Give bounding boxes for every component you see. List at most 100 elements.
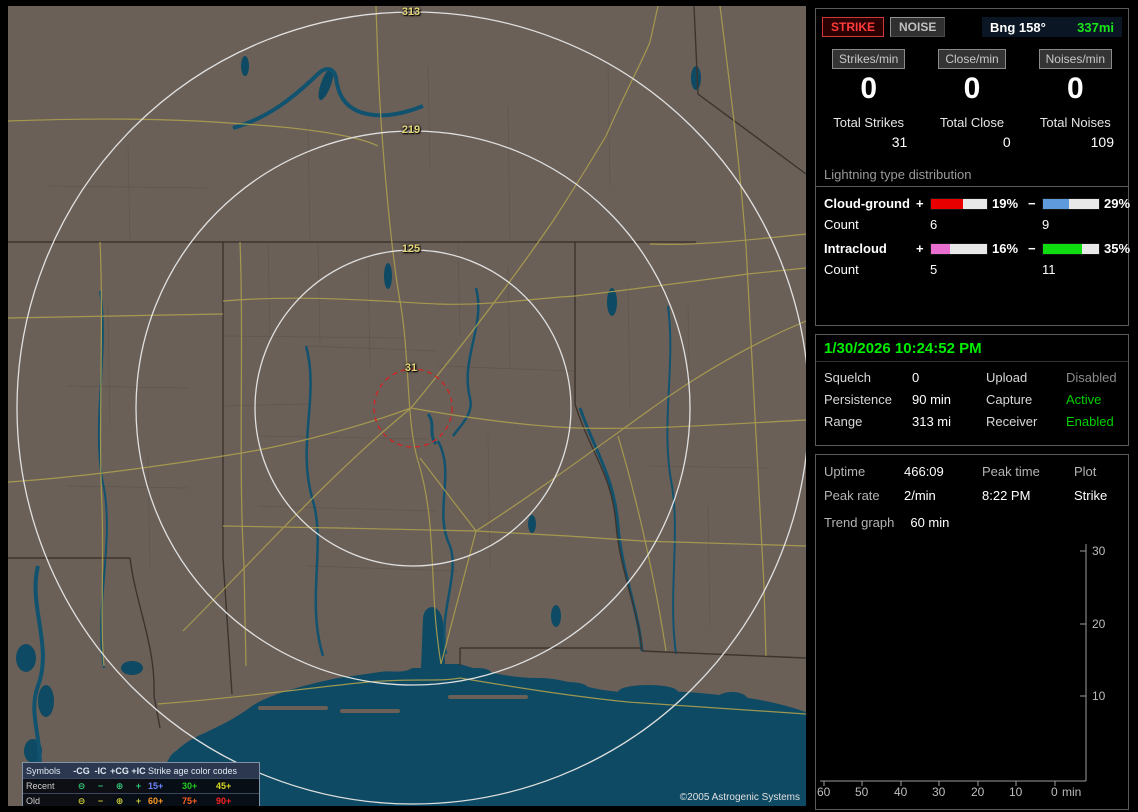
ic-plus-bar <box>930 242 988 255</box>
noise-button[interactable]: NOISE <box>890 17 946 37</box>
status-panel: 1/30/2026 10:24:52 PM Squelch 0 Upload D… <box>815 334 1129 446</box>
minus-sign: − <box>1028 196 1036 211</box>
distribution-title: Lightning type distribution <box>816 164 1128 187</box>
peak-rate-label: Peak rate <box>824 488 880 503</box>
range-ring-label-219: 219 <box>401 124 421 136</box>
legend-col-neg-ic: -IC <box>94 765 107 776</box>
neg-cg-old-icon: ⊖ <box>77 795 86 806</box>
x-tick-60: 60 <box>817 785 831 798</box>
trend-graph-header: Trend graph 60 min <box>816 503 1128 530</box>
nexstorm-window: 313 219 125 31 Symbols -CG -IC +CG +IC S… <box>0 0 1138 812</box>
capture-value: Active <box>1066 392 1102 407</box>
total-strikes-value: 31 <box>891 134 908 150</box>
count-label: Count <box>824 217 859 232</box>
trend-panel: Uptime 466:09 Peak time Plot Peak rate 2… <box>815 454 1129 810</box>
cg-plus-count: 6 <box>930 217 938 232</box>
legend-col-pos-cg: +CG <box>110 765 129 776</box>
strike-button[interactable]: STRIKE <box>822 17 885 37</box>
legend-old-label: Old <box>26 796 41 806</box>
y-tick-20: 20 <box>1092 617 1106 631</box>
total-close-label: Total Close <box>939 115 1005 130</box>
uptime-value: 466:09 <box>904 464 944 479</box>
status-grid: Squelch 0 Upload Disabled Persistence 90… <box>816 362 1128 437</box>
neg-ic-old-icon: − <box>97 796 104 806</box>
plot-value: Strike <box>1074 488 1108 503</box>
strike-legend: Symbols -CG -IC +CG +IC Strike age color… <box>22 762 260 806</box>
peak-time-value: 8:22 PM <box>982 488 1031 503</box>
lightning-distribution: Lightning type distribution Cloud-ground… <box>816 164 1130 277</box>
lightning-map[interactable]: 313 219 125 31 Symbols -CG -IC +CG +IC S… <box>8 6 806 806</box>
pos-cg-recent-icon: ⊕ <box>115 780 124 791</box>
upload-label: Upload <box>986 370 1028 385</box>
count-label: Count <box>824 262 859 277</box>
noises-per-min-chip[interactable]: Noises/min <box>1038 49 1112 69</box>
strikes-per-min-chip[interactable]: Strikes/min <box>831 49 906 69</box>
ic-plus-pct: 16% <box>992 241 1019 256</box>
range-label: Range <box>824 414 863 429</box>
uptime-label: Uptime <box>824 464 866 479</box>
ic-plus-count: 5 <box>930 262 938 277</box>
ic-minus-bar-fill <box>1043 243 1083 254</box>
noises-per-min-value: 0 <box>1066 72 1084 105</box>
legend-col-neg-cg: -CG <box>73 765 90 776</box>
total-noises-value: 109 <box>1090 134 1114 150</box>
x-tick-10: 10 <box>1009 785 1023 798</box>
bearing-distance: 337mi <box>1077 19 1114 35</box>
noises-per-min-column: Noises/min 0 Total Noises 109 <box>1029 49 1122 150</box>
side-panel: STRIKE NOISE Bng 158° 337mi Strikes/min … <box>815 0 1131 812</box>
intracloud-count-row: Count 5 11 <box>816 256 1128 277</box>
intracloud-label: Intracloud <box>824 241 887 256</box>
cloud-ground-label: Cloud-ground <box>824 196 910 211</box>
legend-header-row: Symbols -CG -IC +CG +IC Strike age color… <box>23 763 259 778</box>
mode-toolbar: STRIKE NOISE Bng 158° 337mi <box>816 9 1128 39</box>
strikes-per-min-column: Strikes/min 0 Total Strikes 31 <box>822 49 915 150</box>
legend-symbols-header: Symbols <box>26 765 61 776</box>
neg-cg-recent-icon: ⊖ <box>77 780 86 791</box>
trend-graph-axes: 30 20 10 60 50 40 30 20 10 0 min <box>817 544 1106 798</box>
trend-graph: 30 20 10 60 50 40 30 20 10 0 min <box>816 532 1128 798</box>
rate-columns: Strikes/min 0 Total Strikes 31 Close/min… <box>816 39 1128 150</box>
x-tick-20: 20 <box>971 785 985 798</box>
plot-label: Plot <box>1074 464 1097 479</box>
ic-minus-bar <box>1042 242 1100 255</box>
neg-ic-recent-icon: − <box>97 781 104 791</box>
age-60: 60+ <box>148 796 164 806</box>
capture-label: Capture <box>986 392 1033 407</box>
persistence-label: Persistence <box>824 392 892 407</box>
upload-value: Disabled <box>1066 370 1117 385</box>
pos-ic-old-icon: + <box>135 796 142 806</box>
range-value: 313 mi <box>912 414 952 429</box>
ic-minus-pct: 35% <box>1104 241 1131 256</box>
squelch-label: Squelch <box>824 370 871 385</box>
stats-grid: Uptime 466:09 Peak time Plot Peak rate 2… <box>816 455 1128 503</box>
range-ring-label-313: 313 <box>401 6 421 18</box>
x-tick-30: 30 <box>932 785 946 798</box>
age-45: 45+ <box>216 781 232 791</box>
pos-cg-old-icon: ⊕ <box>115 795 124 806</box>
close-per-min-chip[interactable]: Close/min <box>938 49 1006 69</box>
total-noises-label: Total Noises <box>1039 115 1111 130</box>
trend-graph-label: Trend graph <box>824 515 895 530</box>
current-datetime: 1/30/2026 10:24:52 PM <box>816 335 1128 362</box>
age-90: 90+ <box>216 796 232 806</box>
cg-plus-bar <box>930 197 988 210</box>
age-15: 15+ <box>148 781 164 791</box>
x-tick-0: 0 <box>1051 785 1058 798</box>
plus-sign: + <box>916 241 924 256</box>
bearing-display: Bng 158° 337mi <box>982 17 1122 37</box>
legend-old-row: Old ⊖ − ⊕ + 60+ 75+ 90+ <box>23 793 259 806</box>
receiver-label: Receiver <box>986 414 1038 429</box>
total-close-value: 0 <box>1002 134 1011 150</box>
ic-plus-bar-fill <box>931 243 951 254</box>
y-tick-30: 30 <box>1092 544 1106 558</box>
ic-minus-count: 11 <box>1042 262 1056 277</box>
plus-sign: + <box>916 196 924 211</box>
intracloud-row: Intracloud + 16% − 35% <box>816 232 1130 256</box>
strikes-per-min-value: 0 <box>860 72 877 105</box>
y-tick-10: 10 <box>1092 689 1106 703</box>
close-per-min-column: Close/min 0 Total Close 0 <box>925 49 1018 150</box>
peak-time-label: Peak time <box>982 464 1040 479</box>
copyright-text: ©2005 Astrogenic Systems <box>679 792 800 803</box>
cg-minus-bar <box>1042 197 1100 210</box>
age-75: 75+ <box>182 796 198 806</box>
